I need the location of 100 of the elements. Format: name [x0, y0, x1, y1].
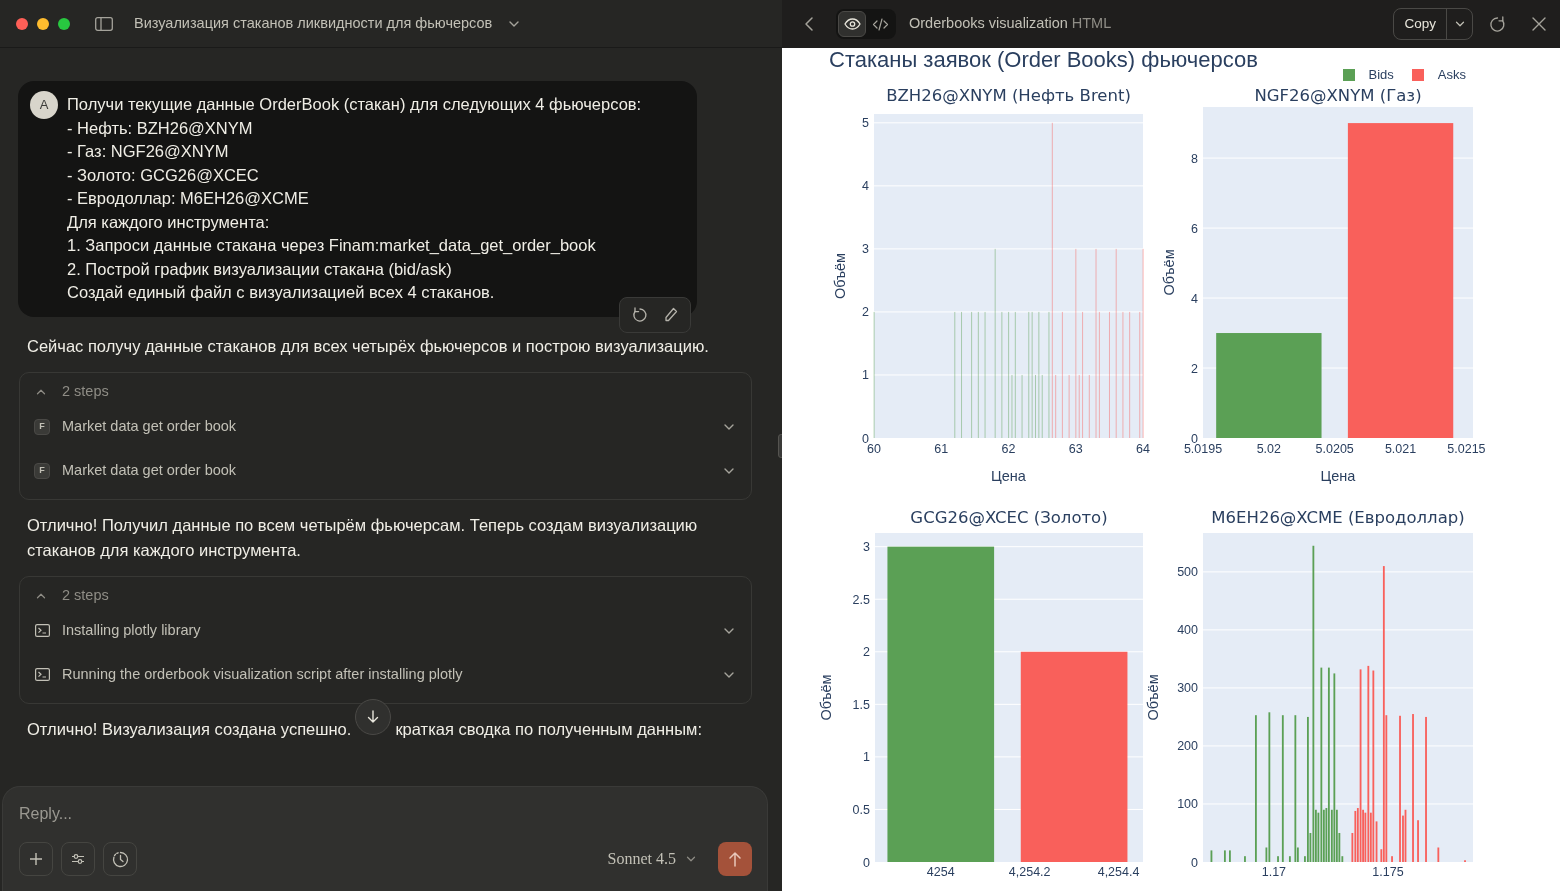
axis-tick-label: 4,254.2 — [1008, 865, 1051, 879]
back-icon[interactable] — [802, 16, 816, 32]
step-label: Installing plotly library — [62, 620, 201, 640]
axis-title: Цена — [1320, 468, 1356, 484]
chart-title: M6EH26@XCME (Евродоллар) — [1211, 508, 1465, 527]
axis-tick-label: 1 — [862, 368, 869, 383]
axis-tick-label: 2.5 — [852, 592, 870, 607]
message-text-line: 1. Запроси данные стакана через Finam:market_data_get_order_book — [67, 235, 597, 256]
axis-tick-label: 3 — [863, 540, 870, 555]
assistant-message-text: Отлично! Получил данные по всем четырём фьючерсам. Теперь создам визуализацию стаканов для каждого инструмента. — [27, 514, 699, 561]
steps-summary: 2 steps — [62, 381, 109, 401]
refresh-icon[interactable] — [1489, 15, 1506, 33]
close-window-button[interactable] — [16, 17, 28, 30]
assistant-message-text: Сейчас получу данные стаканов для всех четырёх фьючерсов и построю визуализацию. — [27, 335, 710, 357]
message-text-line: - Золото: GCG26@XCEC — [67, 164, 260, 186]
arrow-up-icon — [728, 851, 742, 867]
model-selector[interactable]: Sonnet 4.5 — [607, 847, 698, 871]
axis-title: Цена — [991, 468, 1026, 484]
reply-field[interactable]: Reply... — [19, 802, 752, 826]
chart-title: GCG26@XCEC (Золото) — [910, 508, 1108, 527]
bar — [1437, 847, 1440, 862]
sidebar-toggle-icon[interactable] — [95, 16, 113, 31]
steps-header[interactable]: 2 steps — [20, 378, 751, 405]
axis-tick-label: 500 — [1177, 565, 1198, 580]
axis-tick-label: 5 — [862, 116, 869, 131]
axis-tick-label: 1.175 — [1372, 865, 1404, 879]
message-text-line: - Нефть: BZH26@XNYM — [67, 117, 254, 139]
step-row[interactable]: Installing plotly library — [20, 608, 751, 653]
bar — [1210, 850, 1213, 862]
axis-tick-label: 1 — [863, 750, 870, 765]
message-text-line: - Газ: NGF26@XNYM — [67, 141, 230, 162]
axis-tick-label: 1.5 — [852, 697, 870, 712]
sliders-icon — [71, 853, 85, 865]
axis-tick-label: 4 — [1191, 291, 1198, 306]
message-text-line: Для каждого инструмента: — [67, 211, 271, 233]
assistant-message-text: Отлично! Визуализация создана успешно. — [27, 718, 352, 740]
axis-tick-label: 0 — [1191, 855, 1198, 870]
send-button[interactable] — [718, 842, 752, 876]
page-title: Стаканы заявок (Order Books) фьючерсов — [829, 48, 1259, 74]
axis-tick-label: 5.0195 — [1183, 442, 1223, 456]
eye-icon — [843, 18, 861, 30]
window-title[interactable]: Визуализация стаканов ликвидности для фьючерсов — [134, 12, 493, 35]
axis-tick-label: 400 — [1177, 623, 1198, 638]
scroll-down-button[interactable] — [355, 699, 392, 735]
retry-icon[interactable] — [630, 306, 649, 324]
tool-badge: F — [34, 418, 50, 435]
axis-tick-label: 4,254.4 — [1097, 865, 1140, 879]
axis-tick-label: 2 — [1191, 361, 1198, 376]
preview-tab[interactable] — [838, 11, 866, 37]
axis-tick-label: 2 — [863, 645, 870, 660]
history-button[interactable] — [103, 842, 137, 876]
axis-tick-label: 5.0205 — [1315, 442, 1354, 456]
axis-tick-label: 5.02 — [1256, 442, 1282, 456]
axis-title: Объём — [818, 674, 834, 721]
add-button[interactable] — [19, 842, 53, 876]
axis-tick-label: 60 — [867, 442, 881, 456]
axis-tick-label: 1.17 — [1261, 865, 1287, 879]
axis-tick-label: 300 — [1177, 681, 1198, 696]
assistant-message-text: краткая сводка по полученным данным: — [395, 718, 702, 740]
minimize-window-button[interactable] — [37, 17, 49, 30]
axis-title: Объём — [832, 252, 848, 300]
step-label: Market data get order book — [62, 460, 237, 480]
message-text-line: Создай единый файл с визуализацией всех 4 стаканов. — [67, 282, 496, 303]
chart-title: BZH26@XNYM (Нефть Brent) — [886, 86, 1131, 105]
step-row[interactable]: F Market data get order book — [20, 448, 751, 493]
axis-tick-label: 2 — [862, 305, 869, 320]
axis-title: Объём — [1145, 674, 1161, 721]
axis-tick-label: 62 — [1001, 442, 1016, 456]
message-text-line: Получи текущие данные OrderBook (стакан) для следующих 4 фьючерсов: — [67, 94, 642, 115]
step-label: Market data get order book — [62, 416, 237, 436]
steps-header[interactable]: 2 steps — [20, 582, 751, 609]
clock-icon — [111, 850, 129, 868]
artifact-title: Orderbooks visualization — [909, 14, 1068, 34]
legend-label: Asks — [1437, 66, 1466, 85]
axis-tick-label: 0 — [863, 855, 870, 870]
axis-tick-label: 5.021 — [1384, 442, 1417, 456]
axis-tick-label: 8 — [1191, 151, 1198, 166]
step-label: Running the orderbook visualization script after installing plotly — [62, 664, 463, 684]
axis-tick-label: 200 — [1177, 739, 1198, 754]
plus-icon — [29, 852, 43, 866]
axis-tick-label: 0.5 — [852, 802, 870, 817]
message-text-line: 2. Построй график визуализации стакана (bid/ask) — [67, 258, 453, 280]
terminal-icon — [34, 668, 50, 681]
maximize-window-button[interactable] — [58, 17, 70, 30]
chart-title: NGF26@XNYM (Газ) — [1254, 86, 1422, 105]
artifact-type: HTML — [1071, 14, 1112, 34]
axis-tick-label: 64 — [1136, 442, 1150, 456]
tools-button[interactable] — [61, 842, 95, 876]
axis-tick-label: 100 — [1177, 797, 1198, 812]
axis-tick-label: 61 — [934, 442, 949, 456]
axis-tick-label: 4 — [862, 179, 869, 194]
message-text-line: - Евродоллар: M6EH26@XCME — [67, 188, 310, 209]
legend-label: Bids — [1368, 66, 1394, 85]
step-row[interactable]: Running the orderbook visualization script after installing plotly — [20, 652, 751, 697]
axis-tick-label: 3 — [862, 242, 869, 257]
user-avatar: A — [30, 91, 58, 119]
terminal-icon — [34, 624, 50, 637]
step-row[interactable]: F Market data get order book — [20, 404, 751, 449]
close-icon[interactable] — [1532, 17, 1546, 31]
axis-tick-label: 4254 — [926, 865, 955, 879]
